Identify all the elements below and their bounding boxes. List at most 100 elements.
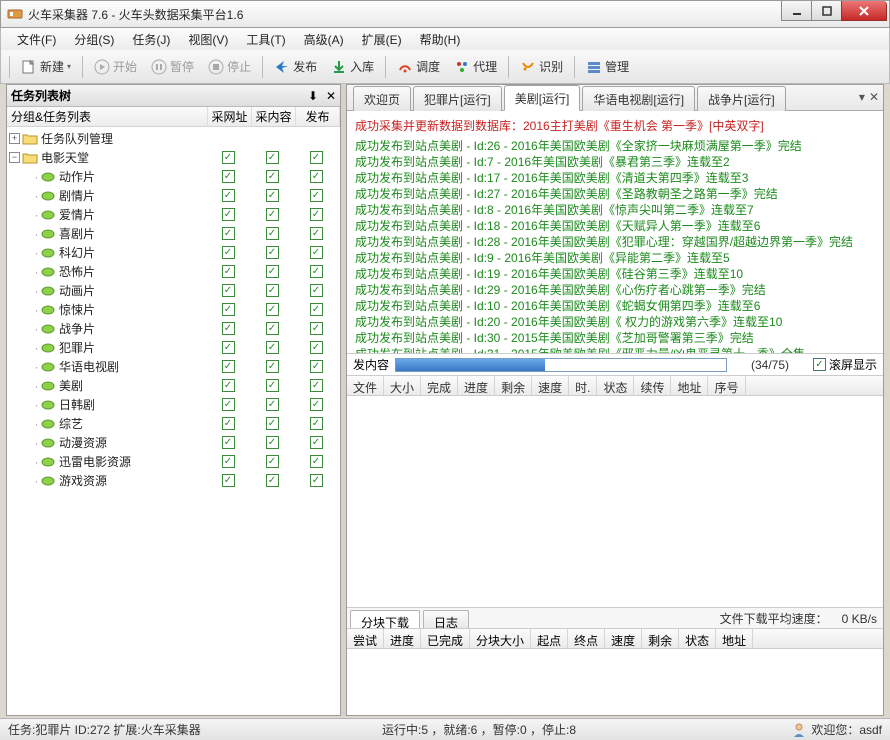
recognize-button[interactable]: 识别 <box>515 56 568 77</box>
tree-root[interactable]: +任务队列管理 <box>9 129 338 148</box>
grid-col[interactable]: 完成 <box>421 376 458 395</box>
publish-icon <box>274 59 290 75</box>
log-line: 成功发布到站点美剧 - Id:28 - 2016年美国欧美剧《犯罪心理：穿越国界… <box>355 234 875 250</box>
maximize-button[interactable] <box>811 1 841 21</box>
grid-col[interactable]: 已完成 <box>421 629 470 648</box>
pause-button[interactable]: 暂停 <box>146 56 199 77</box>
schedule-button[interactable]: 调度 <box>392 56 445 77</box>
grid-col[interactable]: 起点 <box>531 629 568 648</box>
download-tab[interactable]: 分块下载 <box>350 610 420 628</box>
grid-col[interactable]: 进度 <box>458 376 495 395</box>
tree-item[interactable]: ·动画片 <box>9 281 338 300</box>
menu-item[interactable]: 扩展(E) <box>354 29 410 50</box>
tab-row: 欢迎页犯罪片[运行]美剧[运行]华语电视剧[运行]战争片[运行] ▾ ✕ <box>347 85 883 111</box>
menu-item[interactable]: 视图(V) <box>180 29 236 50</box>
grid-col[interactable]: 尝试 <box>347 629 384 648</box>
scroll-checkbox[interactable]: ✓滚屏显示 <box>813 356 877 373</box>
publish-button[interactable]: 发布 <box>269 56 322 77</box>
log-line: 成功发布到站点美剧 - Id:19 - 2016年美国欧美剧《硅谷第三季》连载至… <box>355 266 875 282</box>
expand-icon[interactable]: + <box>9 133 20 144</box>
log-line: 成功发布到站点美剧 - Id:30 - 2015年美国欧美剧《芝加哥警署第三季》… <box>355 330 875 346</box>
tree-item[interactable]: ·迅雷电影资源 <box>9 452 338 471</box>
panel-close-icon[interactable]: ✕ <box>326 89 340 103</box>
grid-col[interactable]: 序号 <box>708 376 745 395</box>
play-icon <box>94 59 110 75</box>
menu-item[interactable]: 帮助(H) <box>412 29 469 50</box>
grid-col[interactable]: 剩余 <box>495 376 532 395</box>
tree-item[interactable]: ·爱情片 <box>9 205 338 224</box>
tab[interactable]: 美剧[运行] <box>504 85 581 111</box>
tree-item[interactable]: ·剧情片 <box>9 186 338 205</box>
grid-col[interactable]: 状态 <box>597 376 634 395</box>
tree-item[interactable]: ·综艺 <box>9 414 338 433</box>
content-panel: 欢迎页犯罪片[运行]美剧[运行]华语电视剧[运行]战争片[运行] ▾ ✕ 成功采… <box>346 84 884 716</box>
grid-body[interactable] <box>347 396 883 607</box>
collapse-icon[interactable]: − <box>9 152 20 163</box>
task-tree[interactable]: +任务队列管理−电影天堂·动作片·剧情片·爱情片·喜剧片·科幻片·恐怖片·动画片… <box>7 127 340 715</box>
manage-button[interactable]: 管理 <box>581 56 634 77</box>
grid-col[interactable]: 大小 <box>384 376 421 395</box>
tab[interactable]: 华语电视剧[运行] <box>582 86 695 111</box>
task-icon <box>40 436 56 450</box>
log-line: 成功发布到站点美剧 - Id:26 - 2016年美国欧美剧《全家挤一块麻烦满屋… <box>355 138 875 154</box>
task-icon <box>40 170 56 184</box>
task-icon <box>40 341 56 355</box>
grid-col[interactable]: 地址 <box>671 376 708 395</box>
close-button[interactable] <box>841 1 887 21</box>
grid-col[interactable]: 地址 <box>716 629 753 648</box>
grid-col[interactable]: 文件 <box>347 376 384 395</box>
tree-item[interactable]: ·科幻片 <box>9 243 338 262</box>
proxy-button[interactable]: 代理 <box>449 56 502 77</box>
log-line: 成功发布到站点美剧 - Id:29 - 2016年美国欧美剧《心伤疗者心跳第一季… <box>355 282 875 298</box>
tab[interactable]: 犯罪片[运行] <box>413 86 502 111</box>
tab[interactable]: 战争片[运行] <box>697 86 786 111</box>
tree-item[interactable]: ·美剧 <box>9 376 338 395</box>
task-icon <box>40 208 56 222</box>
download-grid-body[interactable] <box>347 649 883 715</box>
grid-col[interactable]: 进度 <box>384 629 421 648</box>
task-icon <box>40 246 56 260</box>
menu-item[interactable]: 高级(A) <box>296 29 352 50</box>
download-tab[interactable]: 日志 <box>423 610 469 628</box>
grid-col[interactable]: 续传 <box>634 376 671 395</box>
tree-item[interactable]: ·喜剧片 <box>9 224 338 243</box>
grid-col[interactable]: 速度 <box>605 629 642 648</box>
grid-col[interactable]: 分块大小 <box>470 629 531 648</box>
tab-menu-icon[interactable]: ▾ <box>859 90 865 104</box>
log-line: 成功发布到站点美剧 - Id:7 - 2016年美国欧美剧《暴君第三季》连载至2 <box>355 154 875 170</box>
grid-col[interactable]: 剩余 <box>642 629 679 648</box>
tab[interactable]: 欢迎页 <box>353 86 411 111</box>
log-list[interactable]: 成功发布到站点美剧 - Id:26 - 2016年美国欧美剧《全家挤一块麻烦满屋… <box>347 138 883 354</box>
stop-button[interactable]: 停止 <box>203 56 256 77</box>
minimize-button[interactable] <box>781 1 811 21</box>
tree-item[interactable]: ·动漫资源 <box>9 433 338 452</box>
menu-item[interactable]: 任务(J) <box>124 29 178 50</box>
pin-icon[interactable]: ⬇ <box>308 89 322 103</box>
tree-item[interactable]: ·战争片 <box>9 319 338 338</box>
tab-close-icon[interactable]: ✕ <box>869 90 879 104</box>
new-button[interactable]: 新建 ▾ <box>16 56 76 77</box>
log-line: 成功发布到站点美剧 - Id:10 - 2016年美国欧美剧《蛇蝎女佣第四季》连… <box>355 298 875 314</box>
tree-item[interactable]: ·日韩剧 <box>9 395 338 414</box>
import-button[interactable]: 入库 <box>326 56 379 77</box>
tree-item[interactable]: ·犯罪片 <box>9 338 338 357</box>
tree-columns: 分组&任务列表 采网址 采内容 发布 <box>7 107 340 127</box>
tree-item[interactable]: ·游戏资源 <box>9 471 338 490</box>
tree-item[interactable]: ·惊悚片 <box>9 300 338 319</box>
menu-item[interactable]: 文件(F) <box>9 29 64 50</box>
tree-item[interactable]: ·华语电视剧 <box>9 357 338 376</box>
schedule-icon <box>397 59 413 75</box>
log-line: 成功发布到站点美剧 - Id:27 - 2016年美国欧美剧《圣路教朝圣之路第一… <box>355 186 875 202</box>
grid-col[interactable]: 速度 <box>532 376 569 395</box>
task-tree-panel: 任务列表树 ⬇ ✕ 分组&任务列表 采网址 采内容 发布 +任务队列管理−电影天… <box>6 84 341 716</box>
grid-col[interactable]: 状态 <box>679 629 716 648</box>
grid-col[interactable]: 终点 <box>568 629 605 648</box>
menu-item[interactable]: 分组(S) <box>66 29 122 50</box>
start-button[interactable]: 开始 <box>89 56 142 77</box>
tree-item[interactable]: ·动作片 <box>9 167 338 186</box>
grid-col[interactable]: 时. <box>569 376 597 395</box>
tree-group[interactable]: −电影天堂 <box>9 148 338 167</box>
tree-item[interactable]: ·恐怖片 <box>9 262 338 281</box>
menu-item[interactable]: 工具(T) <box>238 29 293 50</box>
manage-icon <box>586 59 602 75</box>
